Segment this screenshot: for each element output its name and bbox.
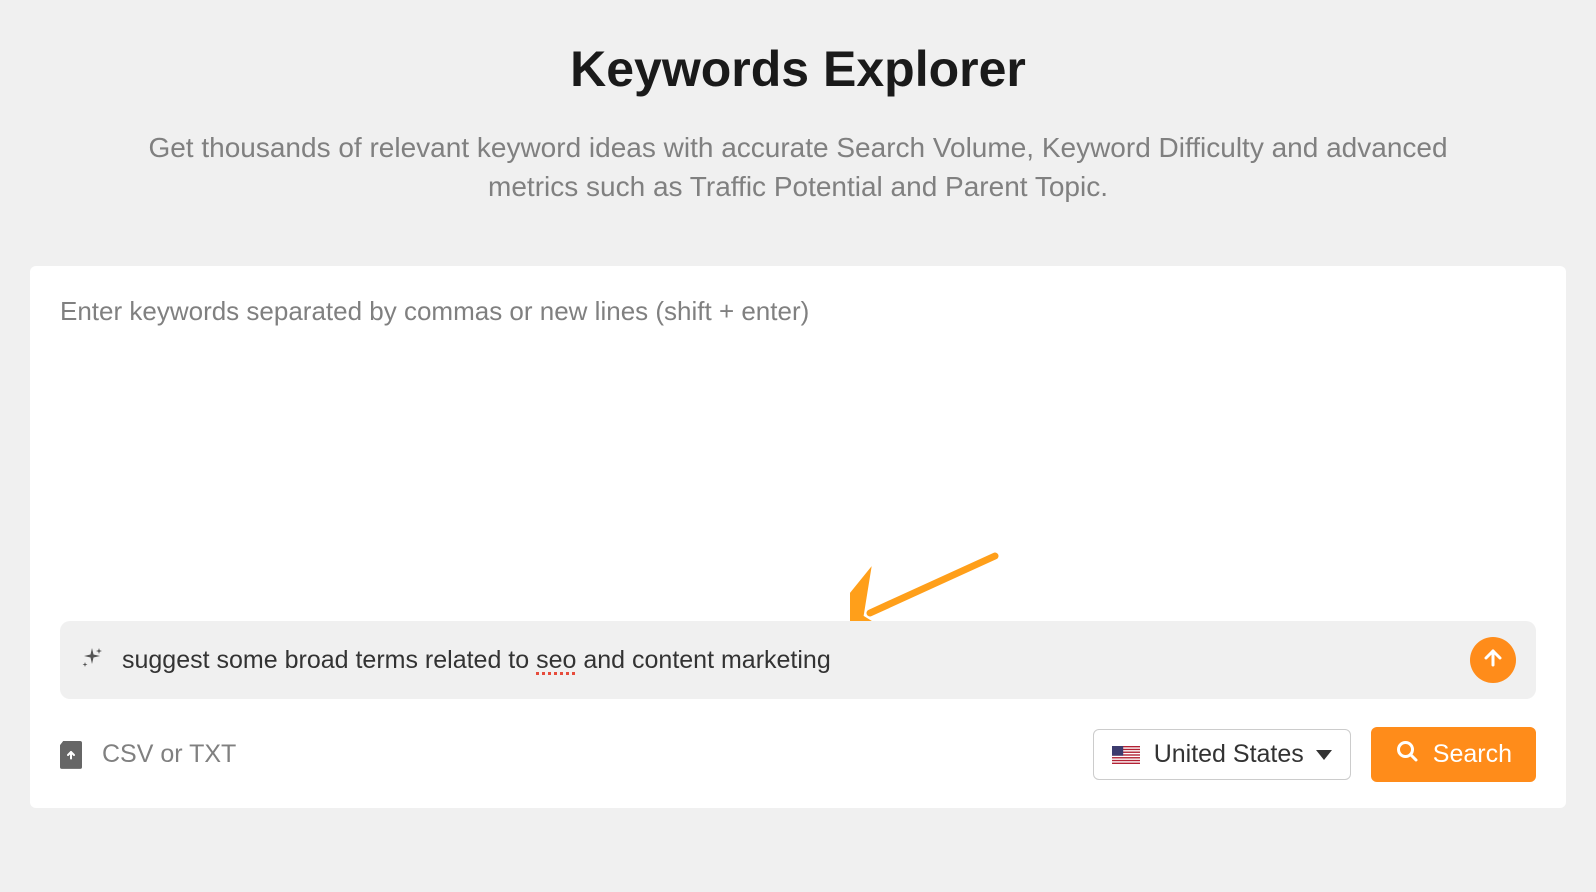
keywords-card: suggest some broad terms related to seo …	[30, 266, 1566, 808]
ai-text-after: and content marketing	[576, 646, 830, 674]
keywords-textarea[interactable]	[60, 296, 1536, 606]
search-icon	[1395, 739, 1433, 770]
ai-text-spellcheck: seo	[536, 646, 576, 674]
us-flag-icon	[1112, 746, 1140, 764]
page-title: Keywords Explorer	[30, 40, 1566, 98]
country-label: United States	[1154, 740, 1304, 769]
ai-text-before: suggest some broad terms related to	[122, 646, 536, 674]
ai-submit-button[interactable]	[1470, 637, 1516, 683]
sparkle-icon	[80, 646, 122, 675]
search-button-label: Search	[1433, 740, 1512, 769]
arrow-up-icon	[1481, 646, 1505, 675]
ai-suggest-row[interactable]: suggest some broad terms related to seo …	[60, 621, 1536, 699]
upload-label: CSV or TXT	[102, 740, 236, 769]
search-button[interactable]: Search	[1371, 727, 1536, 782]
page-subtitle: Get thousands of relevant keyword ideas …	[128, 128, 1468, 206]
chevron-down-icon	[1316, 750, 1332, 760]
upload-button[interactable]: CSV or TXT	[60, 740, 236, 769]
page-header: Keywords Explorer Get thousands of relev…	[30, 40, 1566, 206]
country-selector[interactable]: United States	[1093, 729, 1351, 780]
bottom-toolbar: CSV or TXT United States	[60, 727, 1536, 782]
ai-suggest-text: suggest some broad terms related to seo …	[122, 646, 1454, 675]
file-upload-icon	[60, 741, 82, 769]
